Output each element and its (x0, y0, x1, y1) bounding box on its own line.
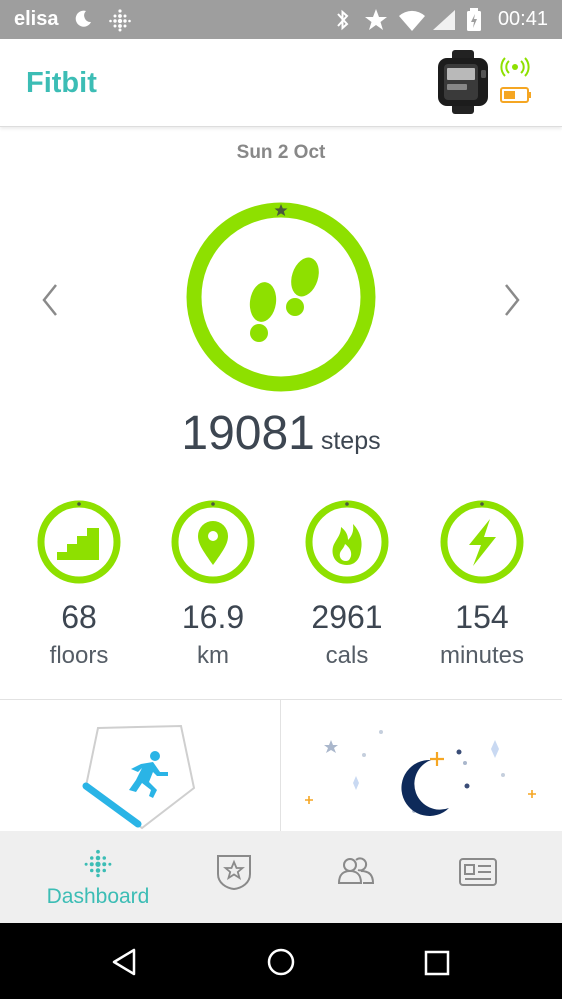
challenges-icon (217, 855, 251, 891)
moon-icon (401, 759, 449, 816)
stat-distance-unit: km (197, 642, 229, 669)
tab-dashboard-label: Dashboard (46, 885, 150, 908)
do-not-disturb-moon-icon (75, 10, 91, 27)
recents-icon[interactable] (423, 949, 451, 977)
stat-floors-value: 68 (61, 599, 97, 635)
stat-calories-value: 2961 (311, 599, 383, 635)
stat-distance-value: 16.9 (181, 599, 245, 635)
friends-icon (337, 857, 375, 884)
exercise-tile[interactable] (0, 700, 280, 831)
bluetooth-icon (337, 9, 349, 31)
stairs-icon (37, 500, 121, 584)
app-bar: Fitbit (0, 39, 562, 127)
tab-account[interactable] (418, 831, 538, 923)
stat-calories-unit: cals (325, 642, 369, 669)
tracker-device-icon[interactable] (434, 50, 492, 114)
back-icon[interactable] (110, 947, 140, 977)
stat-floors-unit: floors (49, 642, 109, 669)
status-bar: elisa 00:41 (0, 0, 562, 39)
stat-active-minutes-value: 154 (455, 599, 509, 635)
flame-icon (305, 500, 389, 584)
fitbit-notification-icon (109, 9, 131, 32)
account-icon (459, 858, 497, 886)
stat-calories[interactable]: 2961 cals (282, 499, 412, 670)
steps-value: 19081 (181, 407, 315, 460)
clock: 00:41 (497, 8, 548, 30)
previous-day-arrow-icon[interactable] (38, 282, 62, 318)
tab-challenges[interactable] (176, 831, 292, 923)
steps-summary[interactable]: 19081 steps (0, 406, 562, 461)
star-icon (365, 9, 387, 30)
location-pin-icon (171, 500, 255, 584)
battery-icon (467, 8, 481, 31)
sleep-tile[interactable] (281, 700, 562, 831)
sleep-night-icon (305, 730, 536, 816)
home-icon[interactable] (265, 946, 297, 978)
steps-goal-ring[interactable] (185, 201, 377, 393)
stat-active-minutes[interactable]: 154 minutes (417, 499, 547, 670)
stat-distance[interactable]: 16.9 km (148, 499, 278, 670)
date-label[interactable]: Sun 2 Oct (0, 142, 562, 164)
app-title: Fitbit (26, 67, 97, 99)
stat-active-minutes-unit: minutes (439, 642, 525, 669)
dashboard-icon (84, 849, 112, 878)
tab-friends[interactable] (296, 831, 416, 923)
exercise-badge-icon (82, 724, 196, 830)
carrier-name: elisa (14, 8, 59, 30)
steps-unit: steps (320, 427, 381, 455)
lightning-icon (440, 500, 524, 584)
next-day-arrow-icon[interactable] (500, 282, 524, 318)
wifi-icon (399, 10, 425, 31)
signal-icon (433, 10, 455, 30)
footsteps-icon (249, 257, 319, 342)
tracker-battery-icon (500, 87, 531, 103)
tab-dashboard[interactable]: Dashboard (20, 831, 176, 923)
stat-floors[interactable]: 68 floors (14, 499, 144, 670)
sync-signal-icon (500, 57, 530, 77)
bottom-nav: Dashboard (0, 831, 562, 923)
system-nav-bar (0, 923, 562, 999)
